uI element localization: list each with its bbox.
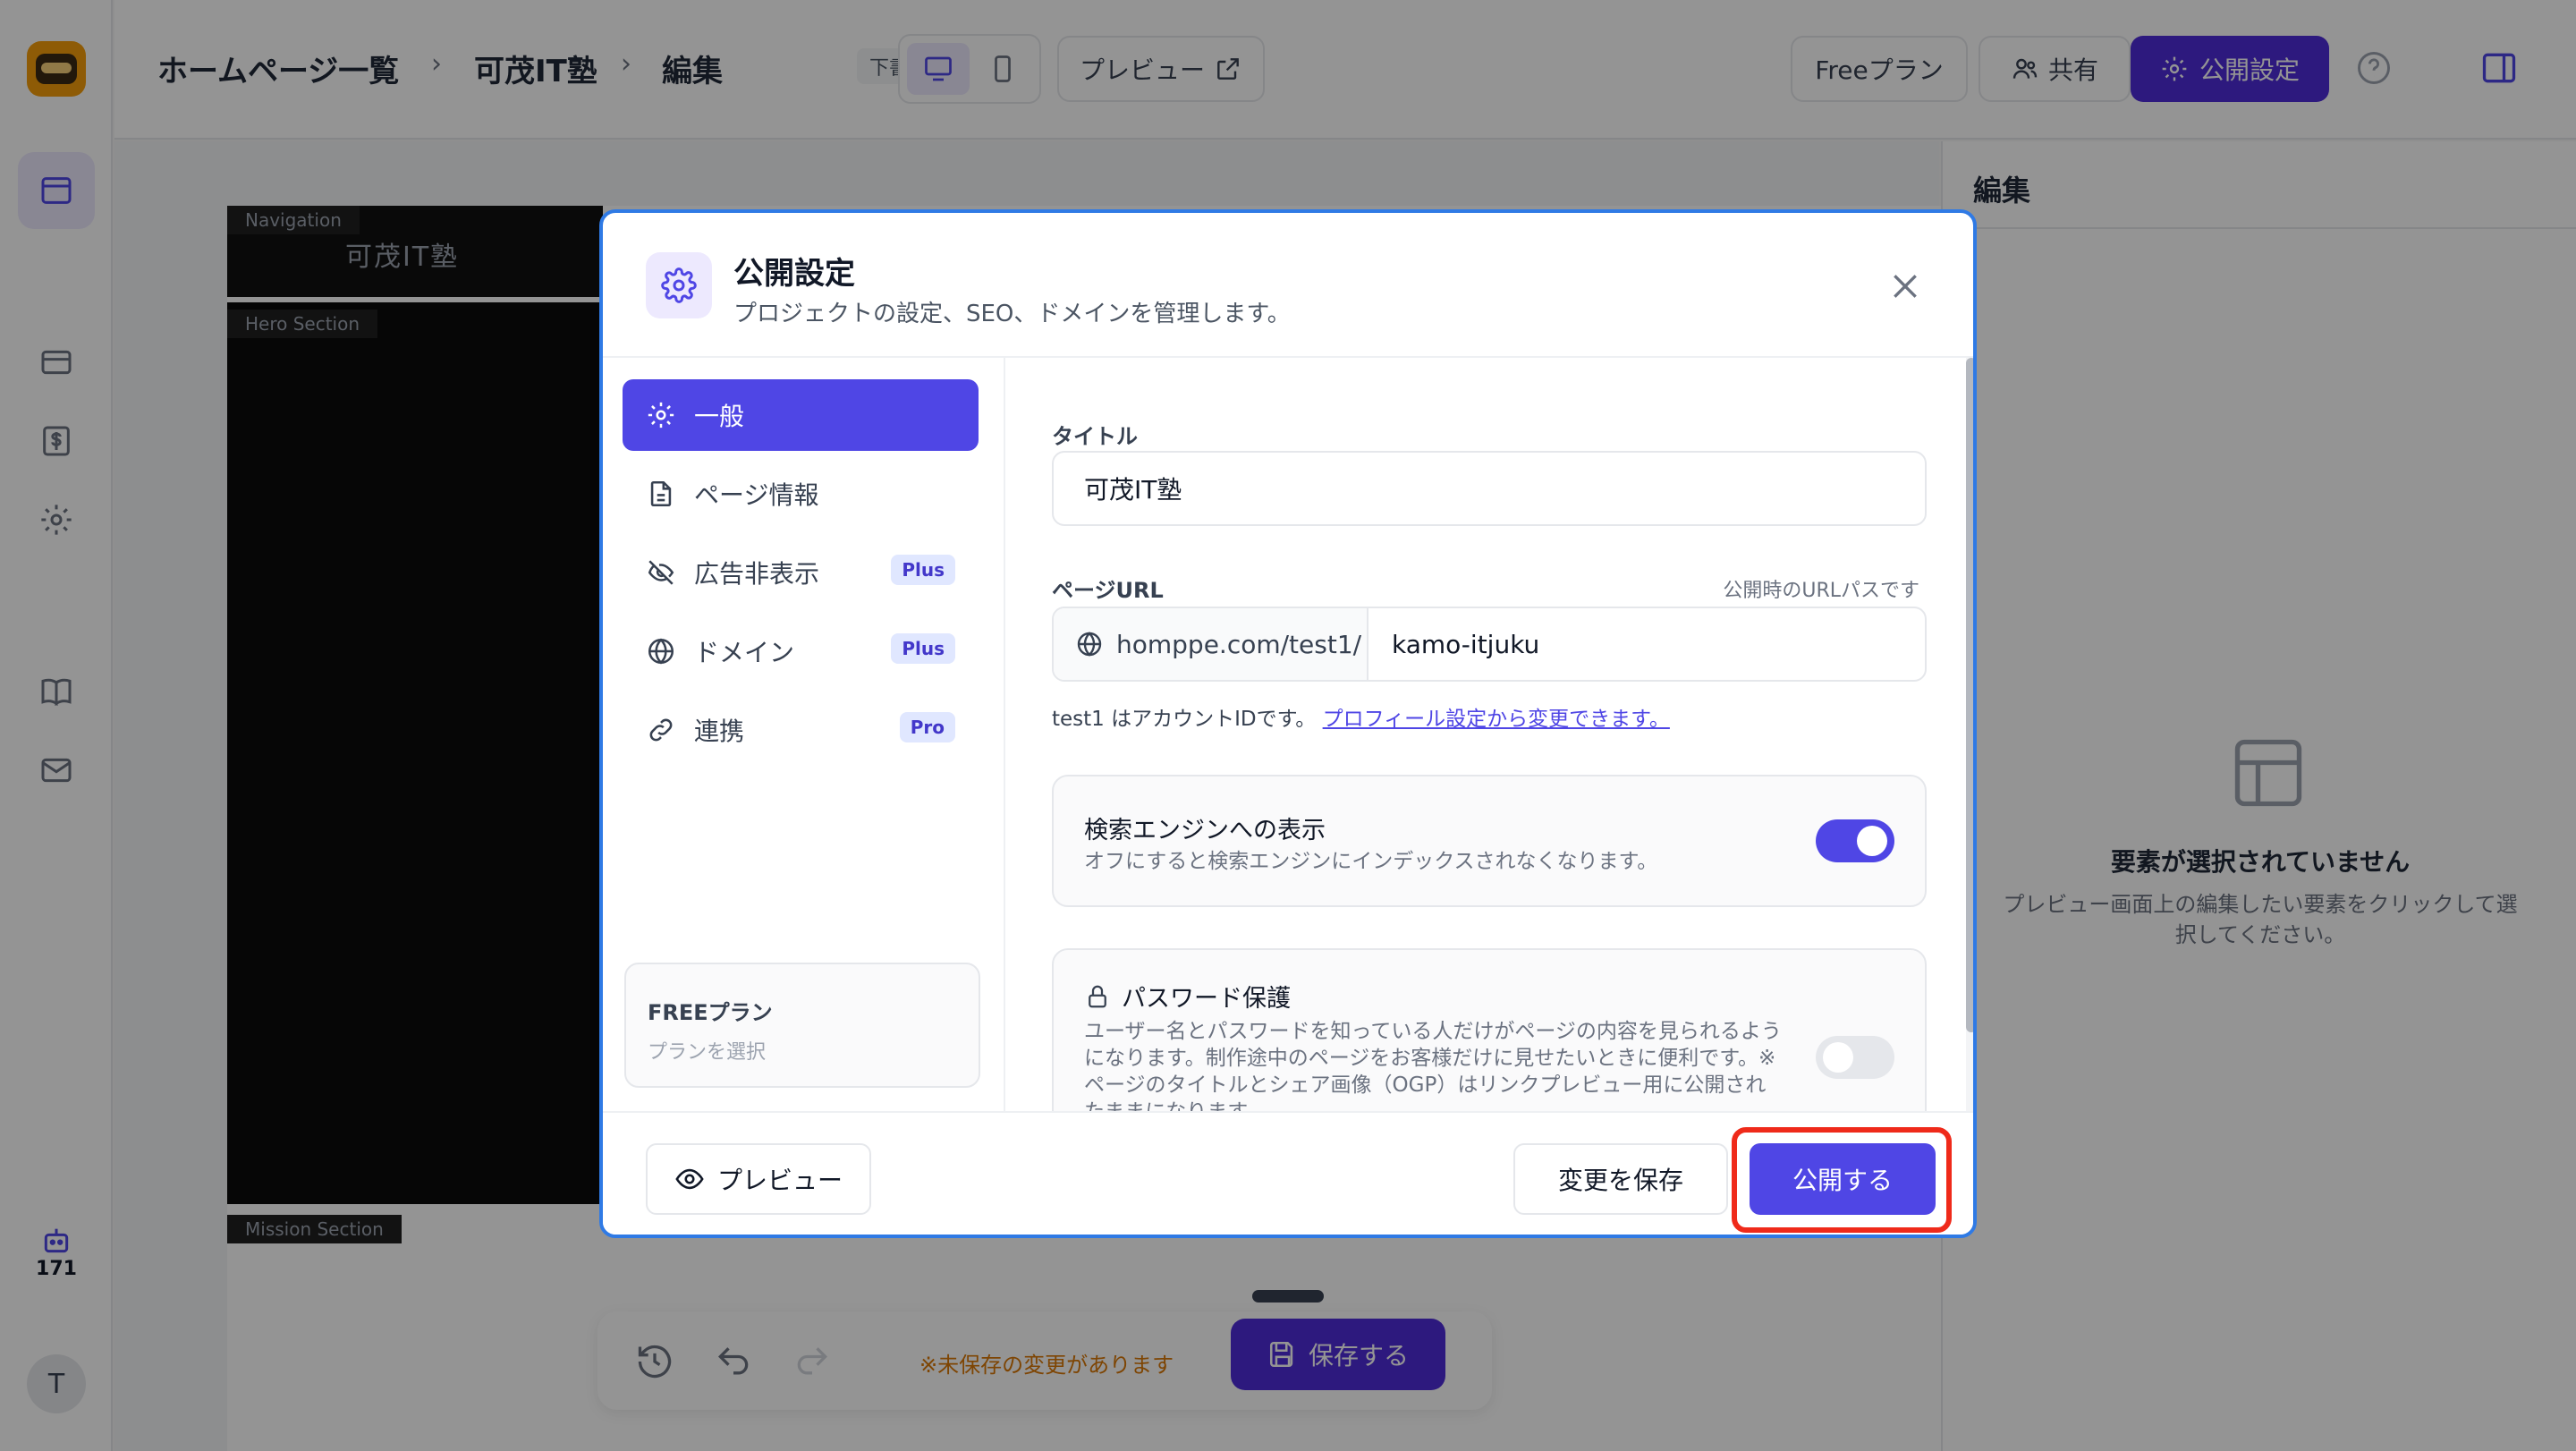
url-prefix: homppe.com/test1/ bbox=[1054, 608, 1368, 680]
lock-icon bbox=[1089, 985, 1106, 1007]
url-prefix-text: homppe.com/test1/ bbox=[1116, 629, 1362, 659]
dialog-icon-box bbox=[646, 252, 712, 318]
nav-item-label: ドメイン bbox=[694, 638, 795, 667]
save-changes-button[interactable]: 変更を保存 bbox=[1513, 1143, 1728, 1215]
toggle-knob bbox=[1857, 826, 1887, 856]
password-title-text: パスワード保護 bbox=[1122, 985, 1291, 1013]
gear-icon bbox=[648, 402, 674, 429]
plan-card[interactable]: FREEプラン プランを選択 bbox=[624, 963, 980, 1088]
title-input[interactable] bbox=[1052, 451, 1927, 526]
nav-item-label: 連携 bbox=[694, 717, 745, 746]
nav-item-label: ページ情報 bbox=[694, 480, 819, 510]
eye-off-icon bbox=[648, 560, 674, 585]
dialog-nav: 一般 ページ情報 広告非表示 Plus ドメイン Plus 連携 Pro FRE… bbox=[603, 358, 1005, 1111]
search-engine-card: 検索エンジンへの表示 オフにすると検索エンジンにインデックスされなくなります。 bbox=[1052, 775, 1927, 907]
scrollbar-thumb[interactable] bbox=[1966, 358, 1973, 1032]
plan-badge: Pro bbox=[899, 712, 955, 742]
plan-card-title: FREEプラン bbox=[648, 1000, 773, 1025]
password-protection-toggle[interactable] bbox=[1816, 1036, 1894, 1079]
nav-item-domain[interactable]: ドメイン Plus bbox=[623, 615, 979, 687]
plan-badge: Plus bbox=[891, 633, 955, 664]
publish-button[interactable]: 公開する bbox=[1750, 1143, 1936, 1215]
document-icon bbox=[650, 480, 672, 507]
close-icon[interactable] bbox=[1887, 268, 1923, 304]
search-engine-title-text: 検索エンジンへの表示 bbox=[1084, 817, 1326, 844]
url-note: test1 はアカウントIDです。 プロフィール設定から変更できます。 bbox=[1052, 701, 1670, 732]
password-protection-card: パスワード保護 ユーザー名とパスワードを知っている人だけがページの内容を見られる… bbox=[1052, 948, 1927, 1111]
gear-icon bbox=[661, 267, 697, 303]
url-input-group: homppe.com/test1/ bbox=[1052, 607, 1927, 682]
title-field-label: タイトル bbox=[1052, 424, 1138, 449]
dialog-title: 公開設定 bbox=[733, 256, 855, 292]
preview-button-label: プレビュー bbox=[716, 1166, 843, 1195]
url-note-text: test1 はアカウントIDです。 bbox=[1052, 708, 1317, 731]
dialog-header: 公開設定 プロジェクトの設定、SEO、ドメインを管理します。 bbox=[603, 213, 1973, 358]
publish-settings-dialog: 公開設定 プロジェクトの設定、SEO、ドメインを管理します。 一般 ページ情報 … bbox=[599, 209, 1977, 1238]
url-field-label: ページURL bbox=[1052, 578, 1164, 603]
search-engine-title: 検索エンジンへの表示 bbox=[1084, 810, 1326, 845]
search-engine-description: オフにすると検索エンジンにインデックスされなくなります。 bbox=[1084, 850, 1658, 873]
link-icon bbox=[649, 718, 673, 742]
nav-item-label: 広告非表示 bbox=[694, 559, 820, 589]
password-description: ユーザー名とパスワードを知っている人だけがページの内容を見られるようになります。… bbox=[1084, 1020, 1782, 1111]
plan-card-subtitle: プランを選択 bbox=[648, 1041, 767, 1064]
url-field-hint: 公開時のURLパスです bbox=[1723, 580, 1919, 602]
url-slug-input[interactable] bbox=[1370, 608, 1925, 680]
preview-button[interactable]: プレビュー bbox=[646, 1143, 871, 1215]
nav-item-hide-ads[interactable]: 広告非表示 Plus bbox=[623, 537, 979, 608]
nav-item-general[interactable]: 一般 bbox=[623, 379, 979, 451]
search-engine-toggle[interactable] bbox=[1816, 819, 1894, 862]
dialog-footer: プレビュー 変更を保存 公開する bbox=[603, 1111, 1973, 1235]
plan-badge: Plus bbox=[891, 555, 955, 585]
dialog-subtitle: プロジェクトの設定、SEO、ドメインを管理します。 bbox=[733, 301, 1291, 327]
toggle-knob bbox=[1823, 1042, 1853, 1073]
profile-settings-link[interactable]: プロフィール設定から変更できます。 bbox=[1323, 708, 1670, 731]
globe-icon bbox=[648, 638, 674, 665]
nav-item-integration[interactable]: 連携 Pro bbox=[623, 694, 979, 766]
eye-icon bbox=[675, 1168, 704, 1190]
globe-icon bbox=[1077, 632, 1102, 657]
nav-item-label: 一般 bbox=[694, 402, 745, 431]
content-scrollbar[interactable] bbox=[1966, 358, 1973, 1111]
password-title: パスワード保護 bbox=[1084, 979, 1291, 1014]
nav-item-page-info[interactable]: ページ情報 bbox=[623, 458, 979, 530]
dialog-content: タイトル ページURL 公開時のURLパスです homppe.com/test1… bbox=[1007, 358, 1973, 1111]
